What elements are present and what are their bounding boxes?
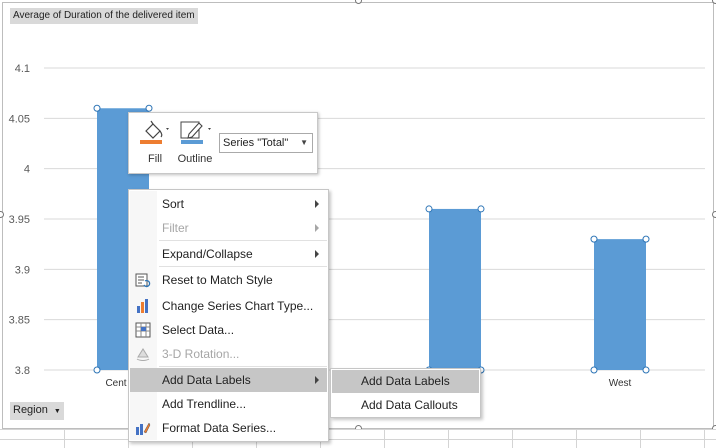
menu-item-3-d-rotation: 3-D Rotation... [130, 342, 327, 366]
y-tick-label: 3.9 [15, 264, 30, 276]
menu-item-label: Filter [162, 221, 189, 235]
grid-col-line [384, 430, 385, 448]
submenu-item-add-data-labels[interactable]: Add Data Labels [332, 370, 479, 393]
format-series-icon [136, 422, 151, 435]
menu-item-format-data-series[interactable]: Format Data Series... [130, 416, 327, 440]
chart-area[interactable]: Average of Duration of the delivered ite… [0, 0, 716, 432]
y-tick-label: 3.8 [15, 365, 30, 377]
chevron-down-icon: ▼ [300, 138, 308, 147]
bar-selection-handle[interactable] [93, 366, 101, 374]
grid-col-line [512, 430, 513, 448]
menu-item-expand-collapse[interactable]: Expand/Collapse [130, 242, 327, 266]
bar-selection-handle[interactable] [642, 235, 650, 243]
submenu-item-label: Add Data Callouts [361, 398, 458, 412]
fill-button[interactable]: Fill [133, 119, 177, 169]
outline-label: Outline [177, 153, 213, 165]
submenu-arrow-icon [315, 200, 319, 208]
menu-item-sort[interactable]: Sort [130, 192, 327, 216]
menu-item-label: Select Data... [162, 323, 235, 337]
outline-button[interactable]: Outline [173, 119, 217, 169]
menu-item-add-trendline[interactable]: Add Trendline... [130, 392, 327, 416]
menu-item-label: 3-D Rotation... [162, 347, 240, 361]
menu-item-label: Add Data Labels [162, 373, 251, 387]
grid-col-line [576, 430, 577, 448]
y-tick-label: 4 [24, 164, 30, 176]
menu-item-label: Format Data Series... [162, 421, 277, 435]
menu-item-reset-to-match-style[interactable]: Reset to Match Style [130, 268, 327, 292]
pen-outline-icon [180, 121, 211, 144]
dropdown-arrow-icon: ▼ [53, 408, 61, 415]
category-label-west: West [608, 378, 632, 389]
menu-item-filter: Filter [130, 216, 327, 240]
menu-item-label: Sort [162, 197, 185, 211]
grid-line [0, 439, 716, 440]
rotation-icon [136, 348, 150, 361]
menu-item-add-data-labels[interactable]: Add Data Labels [130, 368, 327, 392]
paint-bucket-icon [140, 120, 169, 144]
plot-area[interactable]: 3.8 3.85 3.9 3.95 4 4.05 4.1 [0, 0, 716, 429]
context-menu: Sort Filter Expand/Collapse Reset to Match … [128, 189, 329, 442]
chart-type-icon [137, 299, 148, 313]
y-tick-label: 4.05 [9, 113, 30, 125]
bar-selection-handle[interactable] [93, 104, 101, 112]
y-tick-label: 4.1 [15, 63, 30, 75]
menu-item-label: Reset to Match Style [162, 273, 273, 287]
submenu-arrow-icon [315, 224, 319, 232]
bar[interactable] [594, 239, 646, 370]
fill-color-swatch [140, 140, 162, 144]
series-select[interactable]: Series "Total" ▼ [219, 133, 313, 153]
series-select-value: Series "Total" [223, 137, 289, 149]
submenu-item-add-data-callouts[interactable]: Add Data Callouts [332, 394, 479, 417]
reset-style-icon [135, 273, 151, 288]
fill-label: Fill [147, 153, 163, 165]
grid-col-line [64, 430, 65, 448]
sheet-grid [0, 429, 716, 448]
menu-item-label: Expand/Collapse [162, 247, 253, 261]
menu-item-label: Add Trendline... [162, 397, 247, 411]
region-field-button[interactable]: Region ▼ [10, 402, 64, 420]
mini-toolbar: Fill Outline Series "Total" ▼ [128, 112, 318, 174]
menu-separator [159, 266, 327, 267]
region-field-label: Region [13, 404, 48, 416]
outline-color-swatch [181, 140, 203, 144]
menu-item-select-data[interactable]: Select Data... [130, 318, 327, 342]
bar-selection-handle[interactable] [145, 104, 153, 112]
grid-col-line [448, 430, 449, 448]
menu-item-change-series-chart-type[interactable]: Change Series Chart Type... [130, 294, 327, 318]
submenu-item-label: Add Data Labels [361, 374, 450, 388]
submenu-arrow-icon [315, 250, 319, 258]
grid-col-line [640, 430, 641, 448]
bar-selection-handle[interactable] [425, 205, 433, 213]
bar-selection-handle[interactable] [477, 205, 485, 213]
menu-separator [159, 366, 327, 367]
menu-separator [159, 240, 327, 241]
y-tick-label: 3.95 [9, 214, 30, 226]
bar-selection-handle[interactable] [642, 366, 650, 374]
select-data-icon [135, 322, 151, 338]
bar[interactable] [429, 208, 481, 370]
y-tick-label: 3.85 [9, 315, 30, 327]
bar-selection-handle[interactable] [590, 366, 598, 374]
menu-item-label: Change Series Chart Type... [162, 299, 314, 313]
data-labels-submenu: Add Data Labels Add Data Callouts [330, 368, 481, 418]
grid-col-line [704, 430, 705, 448]
submenu-arrow-icon [315, 376, 319, 384]
bar-selection-handle[interactable] [590, 235, 598, 243]
